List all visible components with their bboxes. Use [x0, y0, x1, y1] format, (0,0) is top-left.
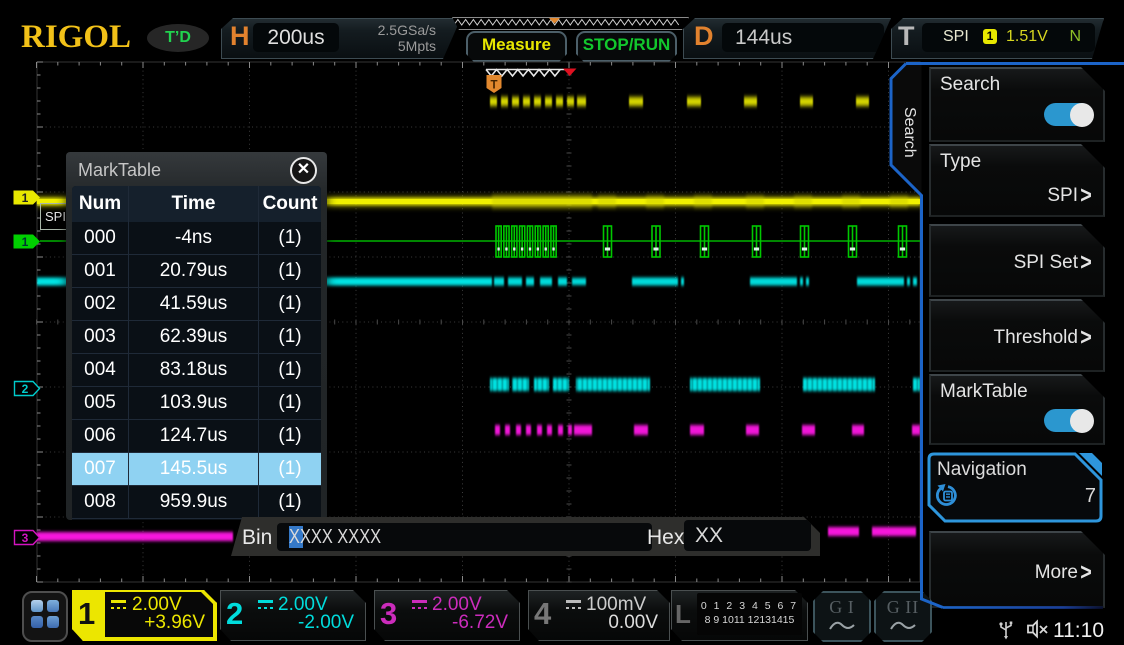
svg-text:1: 1 — [22, 235, 29, 249]
svg-text:1: 1 — [22, 191, 29, 205]
svg-text:3: 3 — [22, 531, 29, 545]
svg-text:2: 2 — [22, 382, 29, 396]
svg-text:T: T — [490, 80, 497, 92]
